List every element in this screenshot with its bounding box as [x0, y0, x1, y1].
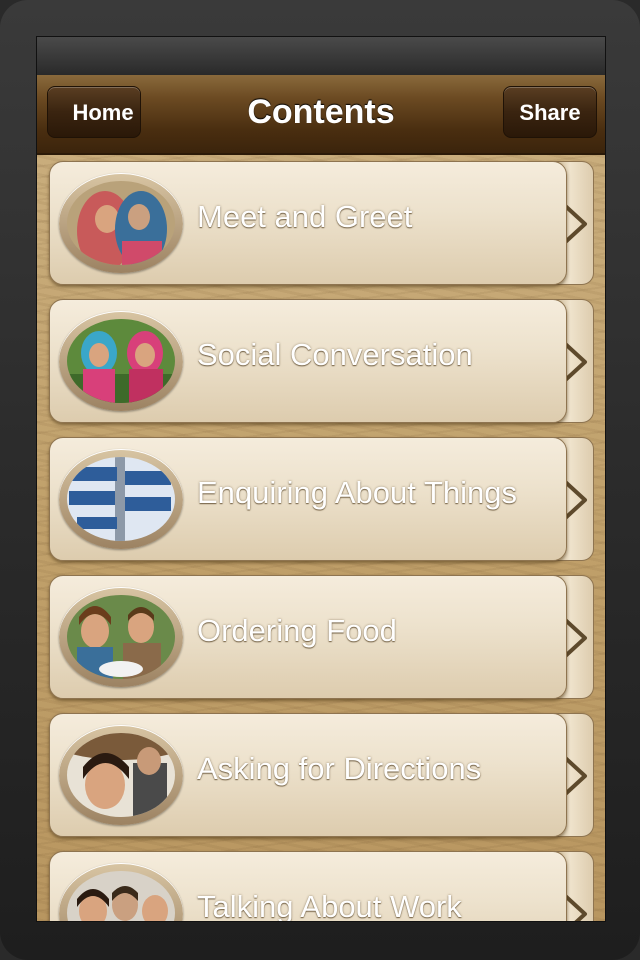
list-item-meet-and-greet[interactable]: Meet and Greet [49, 161, 594, 285]
row-label: Meet and Greet [197, 199, 413, 234]
thumbnail [59, 311, 183, 411]
photo-two-women-icon [67, 319, 175, 403]
photo-people-dining-icon [67, 595, 175, 679]
device-frame: Home Contents Share Meet and Greet Socia… [0, 0, 640, 960]
list-item-ordering-food[interactable]: Ordering Food [49, 575, 594, 699]
list-item-social-conversation[interactable]: Social Conversation [49, 299, 594, 423]
thumbnail [59, 587, 183, 687]
navigation-bar: Home Contents Share [37, 75, 605, 155]
screen: Home Contents Share Meet and Greet Socia… [36, 36, 606, 922]
row-label: Asking for Directions [197, 751, 482, 786]
thumbnail [59, 173, 183, 273]
status-bar [37, 37, 605, 75]
photo-signpost-questions-icon [67, 457, 175, 541]
thumbnail [59, 449, 183, 549]
list-item-asking-for-directions[interactable]: Asking for Directions [49, 713, 594, 837]
share-button[interactable]: Share [503, 86, 597, 138]
thumbnail [59, 725, 183, 825]
row-label: Enquiring About Things [197, 475, 517, 510]
row-label: Social Conversation [197, 337, 473, 372]
photo-women-greeting-icon [67, 181, 175, 265]
list-item-talking-about-work[interactable]: Talking About Work [49, 851, 594, 921]
list-item-enquiring-about-things[interactable]: Enquiring About Things [49, 437, 594, 561]
row-label: Talking About Work [197, 889, 462, 921]
photo-woman-thinking-icon [67, 733, 175, 817]
contents-list: Meet and Greet Social Conversation Enqui… [37, 155, 605, 921]
photo-coworkers-icon [67, 871, 175, 921]
row-label: Ordering Food [197, 613, 397, 648]
